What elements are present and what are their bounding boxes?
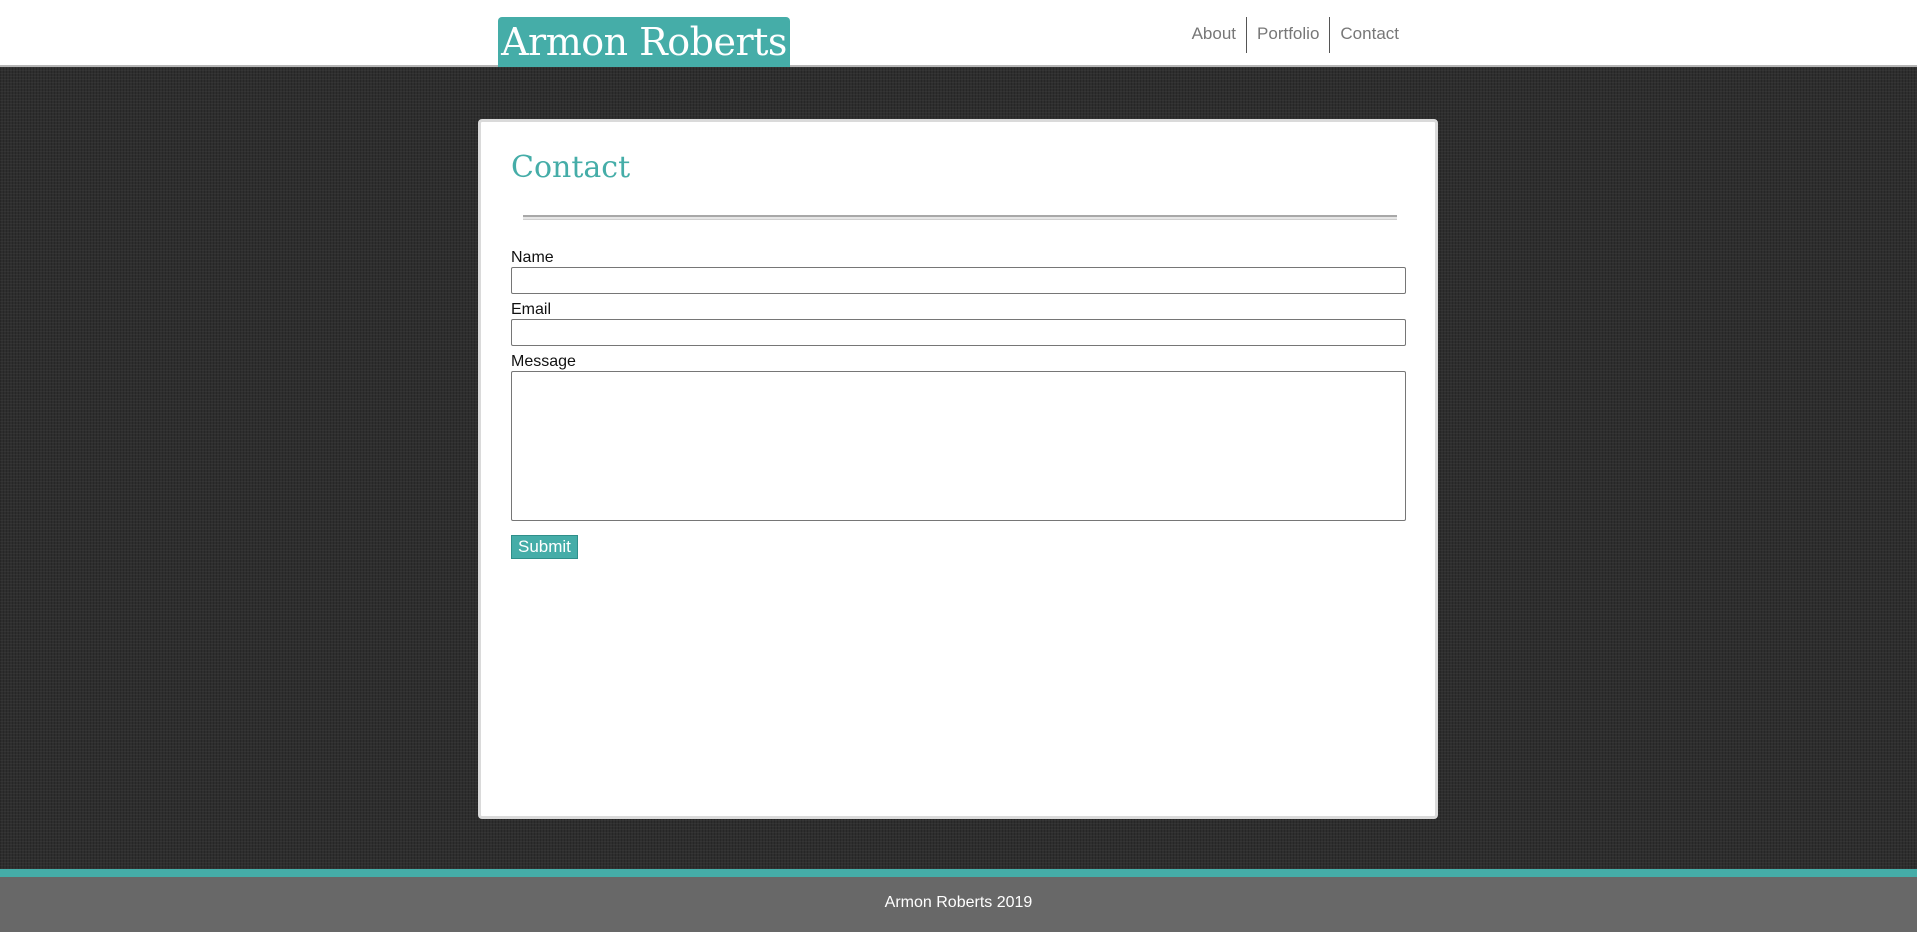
nav-link-contact[interactable]: Contact [1329, 17, 1409, 53]
name-label: Name [511, 249, 554, 266]
email-input[interactable] [511, 319, 1406, 346]
main-nav: About Portfolio Contact [1182, 17, 1409, 53]
site-logo[interactable]: Armon Roberts [498, 17, 790, 67]
submit-button[interactable]: Submit [511, 535, 578, 559]
footer-accent-stripe [0, 869, 1917, 877]
footer-text: Armon Roberts 2019 [884, 894, 1033, 911]
site-header: Armon Roberts About Portfolio Contact [0, 0, 1917, 67]
email-label: Email [511, 301, 552, 318]
page-title: Contact [511, 150, 631, 185]
site-footer: Armon Roberts 2019 [0, 877, 1917, 932]
title-divider [523, 215, 1397, 220]
nav-link-portfolio[interactable]: Portfolio [1246, 17, 1329, 53]
message-label: Message [511, 353, 576, 370]
name-input[interactable] [511, 267, 1406, 294]
contact-card: Contact Name Email Message Submit [478, 119, 1438, 819]
message-textarea[interactable] [511, 371, 1406, 521]
contact-form: Name Email Message Submit [511, 249, 1406, 559]
nav-link-about[interactable]: About [1182, 17, 1246, 53]
